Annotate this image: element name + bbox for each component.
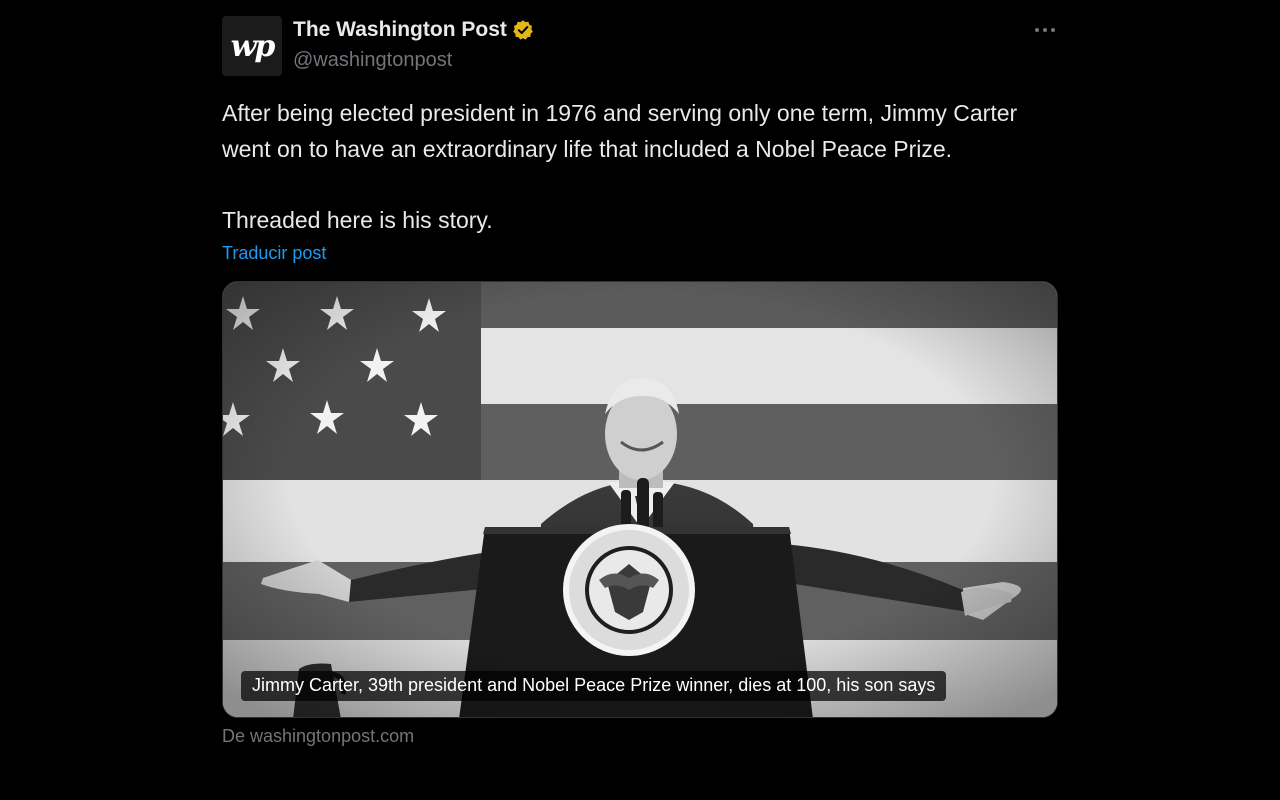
tweet-text: After being elected president in 1976 an… (222, 96, 1058, 238)
avatar-logo: wp (230, 28, 276, 64)
carter-photo (223, 282, 1057, 717)
handle[interactable]: @washingtonpost (293, 49, 452, 72)
card-caption: Jimmy Carter, 39th president and Nobel P… (241, 671, 947, 701)
verified-badge-icon[interactable] (512, 19, 534, 41)
display-name[interactable]: The Washington Post (293, 18, 507, 42)
name-row: The Washington Post (293, 18, 534, 42)
link-card-image[interactable]: Jimmy Carter, 39th president and Nobel P… (222, 281, 1058, 718)
card-source-link[interactable]: De washingtonpost.com (222, 726, 1058, 747)
tweet-paragraph: Threaded here is his story. (222, 206, 493, 233)
tweet: wp The Washington Post @washingtonpost A… (222, 14, 1058, 747)
avatar[interactable]: wp (222, 16, 282, 76)
tweet-paragraph: After being elected president in 1976 an… (222, 100, 1018, 162)
more-options-button[interactable] (1032, 20, 1058, 40)
tweet-header: wp The Washington Post @washingtonpost (222, 14, 1058, 78)
more-horizontal-icon (1035, 28, 1055, 32)
translate-post-link[interactable]: Traducir post (222, 243, 326, 264)
